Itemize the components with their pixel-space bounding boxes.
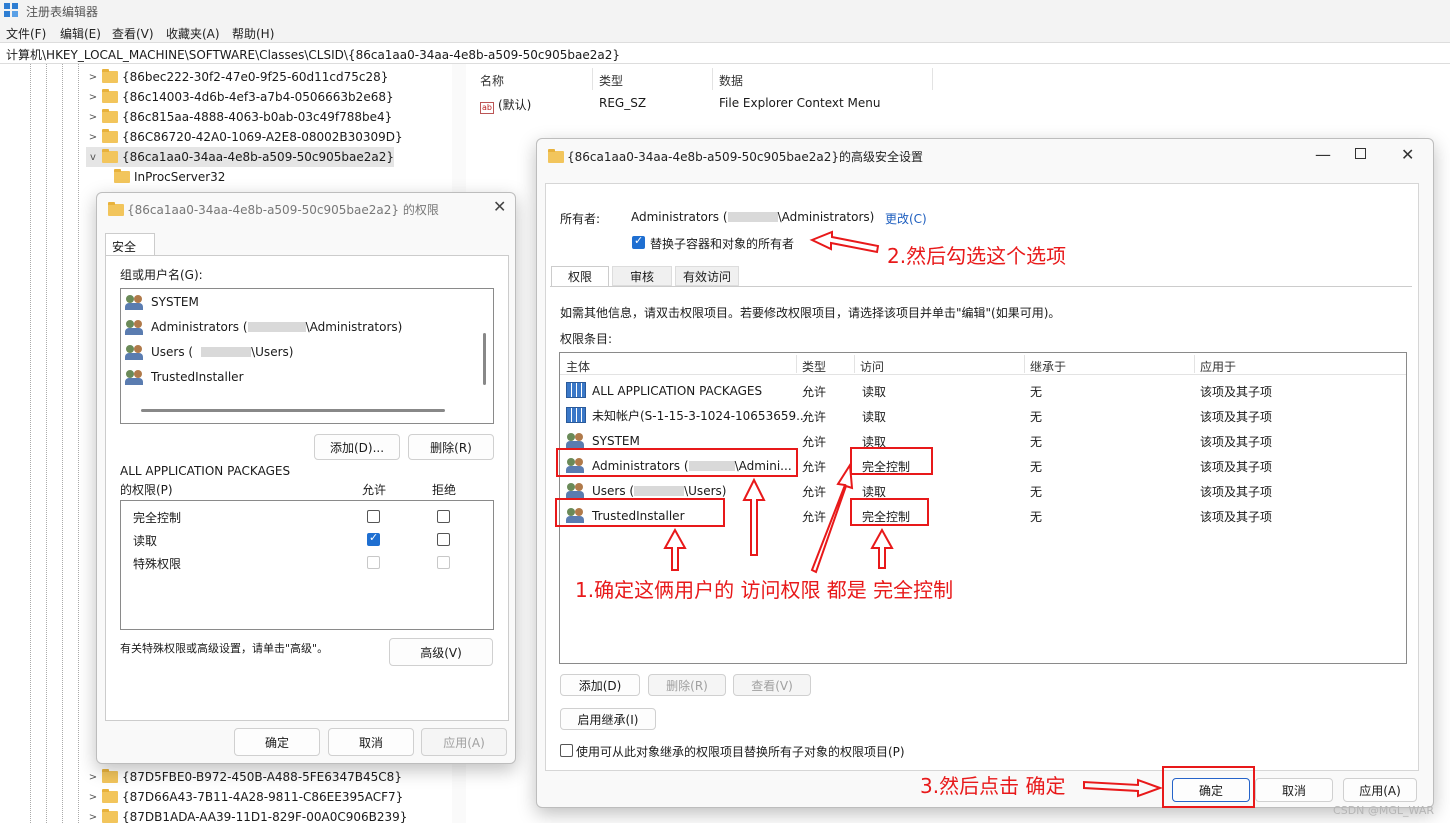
annotation-arrows (663, 230, 1163, 798)
annotation-step3: 3.然后点击 确定 (920, 774, 1066, 798)
annotation-step1: 1.确定这俩用户的 访问权限 都是 完全控制 (575, 578, 954, 602)
annotation-step2: 2.然后勾选这个选项 (887, 244, 1067, 268)
watermark: CSDN @MGL_WAR (1333, 804, 1434, 817)
